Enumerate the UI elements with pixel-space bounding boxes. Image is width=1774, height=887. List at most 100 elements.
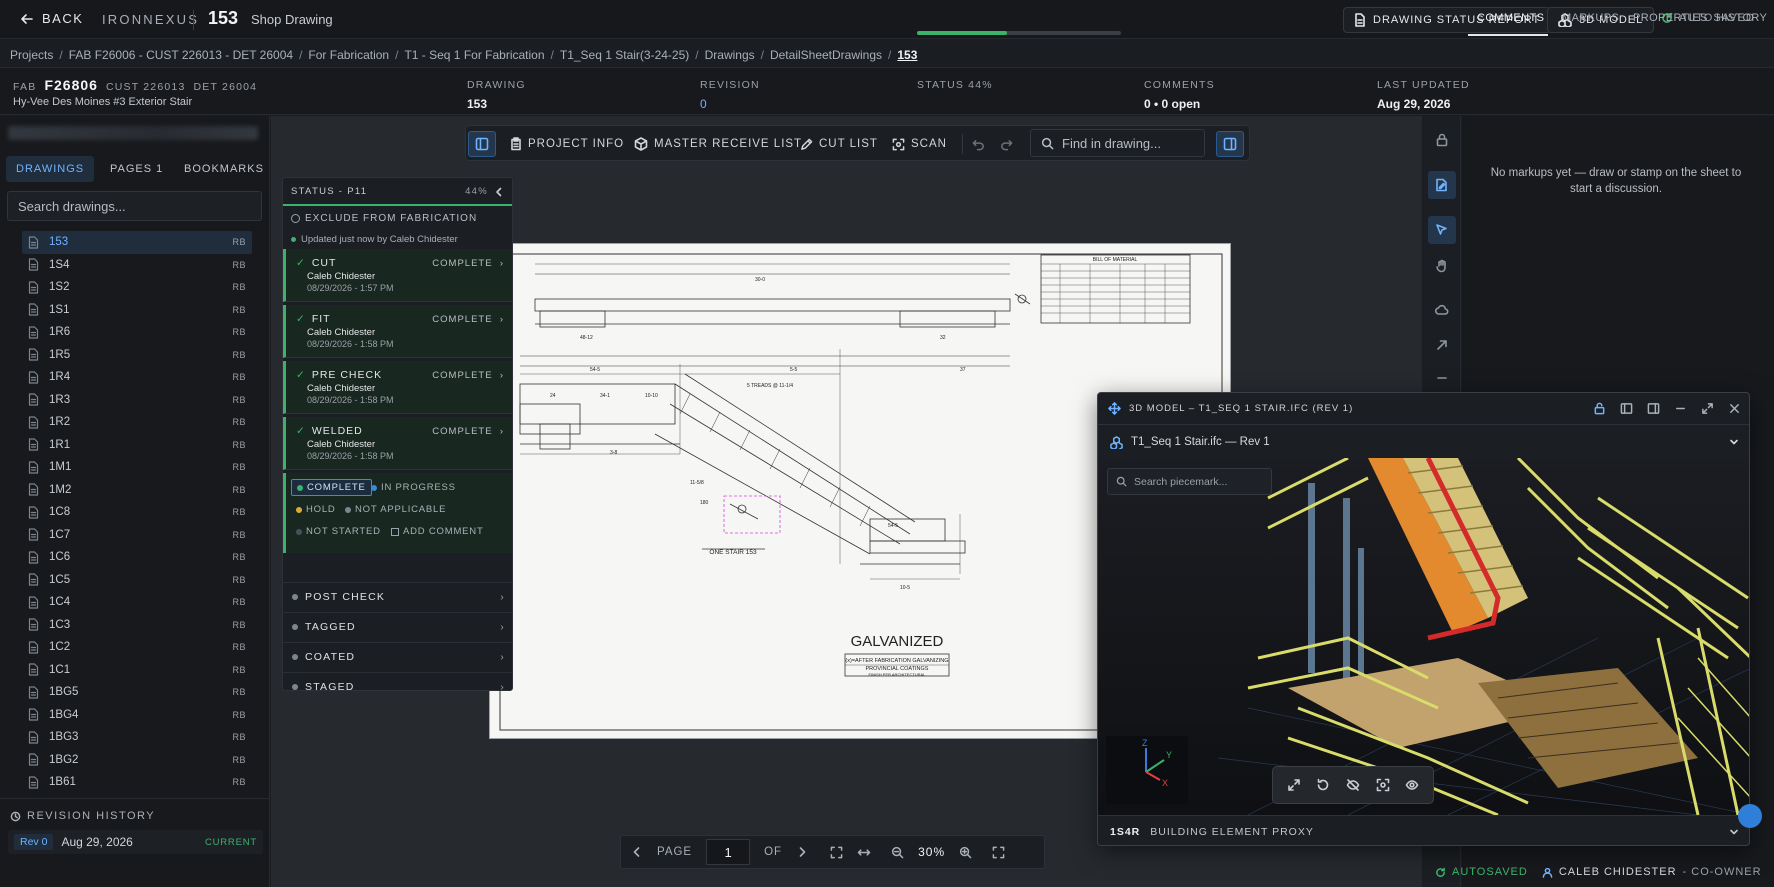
move-icon[interactable] [1108,402,1121,415]
revision-value[interactable]: 0 [700,97,760,111]
fit-width-icon[interactable] [857,846,871,859]
reset-view-icon[interactable] [1316,778,1330,792]
revision-row[interactable]: Rev 0 Aug 29, 2026 CURRENT [8,830,263,854]
split-vertical-icon[interactable] [1620,402,1633,415]
zoom-in-icon[interactable] [959,846,972,859]
find-in-drawing-input[interactable]: Find in drawing... [1030,129,1205,157]
cloud-tool-button[interactable] [1428,296,1456,324]
tab-drawings[interactable]: DRAWINGS [6,156,95,182]
stage-pending[interactable]: TAGGED › [283,612,512,640]
stage-complete[interactable]: ✓ PRE CHECK Caleb Chidester 08/29/2026 - 1:… [283,361,512,414]
drawing-list-item[interactable]: 1B61 RB [22,771,252,794]
toggle-left-panel-button[interactable] [468,131,496,157]
tab-history[interactable]: HISTORY [1716,12,1767,24]
tab-markups[interactable]: MARKUPS [1562,12,1619,24]
drawing-list-item[interactable]: 1R3 RB [22,389,252,412]
next-page-icon[interactable] [796,846,808,858]
cut-list-button[interactable]: CUT LIST [794,132,884,156]
split-right-icon[interactable] [1647,402,1660,415]
lock-button[interactable] [1428,126,1456,154]
project-info-button[interactable]: PROJECT INFO [504,132,630,156]
drawing-list-item[interactable]: 1R5 RB [22,344,252,367]
drawing-list-item[interactable]: 1C3 RB [22,614,252,637]
drawing-list-item[interactable]: 1C1 RB [22,659,252,682]
status-option-in-progress[interactable]: IN PROGRESS [366,479,461,496]
drawing-list-item[interactable]: 1BG4 RB [22,704,252,727]
chevron-left-icon[interactable] [494,187,504,197]
drawing-list-item[interactable]: 1M1 RB [22,456,252,479]
breadcrumb-item[interactable]: Drawings [705,48,755,62]
tab-bookmarks[interactable]: BOOKMARKS [174,156,274,182]
status-option-hold[interactable]: HOLD [291,501,341,518]
drawing-list-item[interactable]: 1R1 RB [22,434,252,457]
previous-page-icon[interactable] [631,846,643,858]
add-comment-button[interactable]: ADD COMMENT [386,523,489,540]
search-piecemark-input[interactable]: Search piecemark... [1107,468,1272,495]
arrow-tool-button[interactable] [1428,331,1456,359]
help-bubble[interactable] [1738,804,1762,828]
drawing-list-item[interactable]: 1R6 RB [22,321,252,344]
pan-tool-button[interactable] [1428,252,1456,280]
search-drawings-input[interactable] [7,191,262,221]
markup-button[interactable] [1428,171,1456,199]
maximize-icon[interactable] [1701,402,1714,415]
fit-page-icon[interactable] [830,846,843,859]
page-number-input[interactable] [706,839,751,865]
drawing-list-item[interactable]: 1BG2 RB [22,749,252,772]
expand-icon[interactable] [1287,778,1301,792]
master-receive-list-button[interactable]: MASTER RECEIVE LIST [628,132,808,156]
tab-properties[interactable]: PROPERTIES [1633,12,1708,24]
fullscreen-icon[interactable] [992,846,1005,859]
tab-comments[interactable]: COMMENTS [1477,12,1544,24]
unlock-icon[interactable] [1593,402,1606,415]
drawing-list-item[interactable]: 1C7 RB [22,524,252,547]
minimize-icon[interactable] [1674,402,1687,415]
exclude-from-fabrication-toggle[interactable]: EXCLUDE FROM FABRICATION [291,213,477,224]
stage-pending[interactable]: STAGED › [283,672,512,690]
drawing-list-item[interactable]: 1R4 RB [22,366,252,389]
stage-complete[interactable]: ✓ WELDED Caleb Chidester 08/29/2026 - 1:58 … [283,417,512,470]
redo-button[interactable] [994,132,1019,156]
line-tool-button[interactable] [1428,364,1456,392]
drawing-list-item[interactable]: 1M2 RB [22,479,252,502]
current-user[interactable]: CALEB CHIDESTER - CO-OWNER [1542,866,1762,878]
drawing-list-item[interactable]: 1S4 RB [22,254,252,277]
3d-model-file-row[interactable]: T1_Seq 1 Stair.ifc — Rev 1 [1098,426,1749,458]
breadcrumb-item[interactable]: Projects [10,48,53,62]
stage-pending[interactable]: COATED › [283,642,512,670]
scan-button[interactable]: SCAN [886,132,953,156]
status-option-not-started[interactable]: NOT STARTED [291,523,386,540]
focus-icon[interactable] [1376,778,1390,792]
drawing-list-item[interactable]: 1R2 RB [22,411,252,434]
zoom-out-icon[interactable] [891,846,904,859]
toggle-right-panel-button[interactable] [1216,131,1244,157]
stage-complete[interactable]: ✓ FIT Caleb Chidester 08/29/2026 - 1:58 PM C… [283,305,512,358]
breadcrumb-item[interactable]: DetailSheetDrawings [770,48,882,62]
undo-button[interactable] [966,132,991,156]
status-option-complete[interactable]: COMPLETE [291,479,372,496]
back-button[interactable]: BACK [20,11,83,26]
stage-pending[interactable]: POST CHECK › [283,582,512,610]
status-option-not-applicable[interactable]: NOT APPLICABLE [340,501,451,518]
revision-history-header[interactable]: REVISION HISTORY [10,810,155,822]
drawing-list-item[interactable]: 1C4 RB [22,591,252,614]
drawing-list-item[interactable]: 1S1 RB [22,299,252,322]
tab-pages[interactable]: PAGES 1 [100,156,173,182]
drawing-list-item[interactable]: 1C5 RB [22,569,252,592]
drawing-list-item[interactable]: 1C6 RB [22,546,252,569]
breadcrumb-item[interactable]: FAB F26006 - CUST 226013 - DET 26004 [69,48,293,62]
drawing-list-item[interactable]: 1BG5 RB [22,681,252,704]
3d-viewport[interactable]: Search piecemark... Z Y X [1098,458,1749,815]
close-icon[interactable] [1728,402,1741,415]
stage-complete[interactable]: ✓ CUT Caleb Chidester 08/29/2026 - 1:57 PM C… [283,249,512,302]
select-tool-button[interactable] [1428,216,1456,244]
hide-icon[interactable] [1346,778,1360,792]
eye-icon[interactable] [1405,778,1419,792]
breadcrumb-item[interactable]: T1 - Seq 1 For Fabrication [404,48,544,62]
3d-model-footer[interactable]: 1S4R BUILDING ELEMENT PROXY [1098,815,1749,845]
breadcrumb-item[interactable]: For Fabrication [308,48,389,62]
drawing-list-item[interactable]: 1C8 RB [22,501,252,524]
drawing-list-item[interactable]: 153 RB [22,231,252,254]
breadcrumb-item[interactable]: T1_Seq 1 Stair(3-24-25) [560,48,689,62]
drawing-list-item[interactable]: 1S2 RB [22,276,252,299]
